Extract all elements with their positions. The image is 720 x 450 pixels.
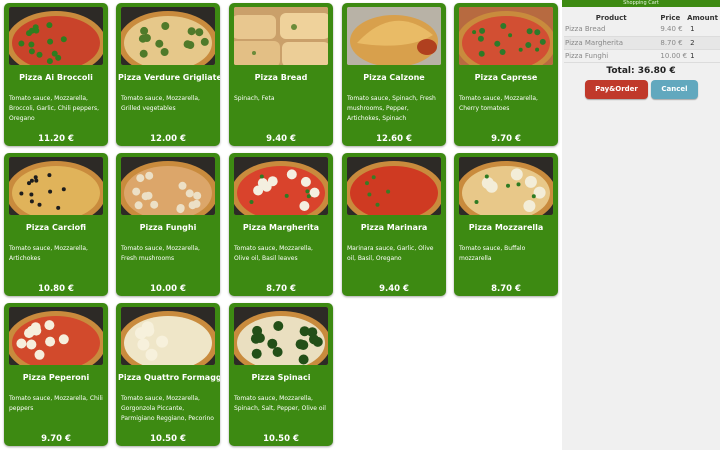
pizza-description: Tomato sauce, Mozzarella, Cherry tomatoe…	[459, 95, 538, 112]
pizza-card[interactable]: Pizza Verdure Grigliate Tomato sauce, Moz…	[116, 3, 220, 146]
pizza-price: 12.00 €	[150, 134, 186, 144]
pizza-price: 9.70 €	[491, 134, 521, 144]
shopping-cart-panel: Shopping Cart Product Price Amount Pizza…	[562, 0, 720, 450]
pizza-price: 10.50 €	[263, 434, 299, 444]
pizza-name: Pizza Calzone	[363, 73, 425, 82]
pizza-card[interactable]: Pizza Margherita Tomato sauce, Mozzarella…	[229, 153, 333, 296]
pizza-price: 9.40 €	[266, 134, 296, 144]
pizza-description: Tomato sauce, Mozzarella, Fresh mushroom…	[121, 245, 200, 262]
pizza-description: Marinara sauce, Garlic, Olive oil, Basil…	[347, 245, 434, 262]
cart-column-amount: Amount	[687, 13, 718, 22]
pizza-card[interactable]: Pizza Marinara Marinara sauce, Garlic, Ol…	[342, 153, 446, 296]
pizza-shop-page: Pizza Ai Broccoli Tomato sauce, Mozzarell…	[0, 0, 720, 450]
pizza-card[interactable]: Pizza Caprese Tomato sauce, Mozzarella, C…	[454, 3, 558, 146]
cart-cell-product: Pizza Funghi	[564, 49, 659, 63]
pizza-image	[234, 157, 328, 215]
pizza-name: Pizza Bread	[254, 73, 308, 82]
pizza-price: 8.70 €	[266, 284, 296, 294]
pizza-image	[459, 157, 553, 215]
pizza-price: 12.60 €	[376, 134, 412, 144]
pizza-description: Tomato sauce, Mozzarella, Grilled vegeta…	[121, 95, 200, 112]
pizza-card[interactable]: Pizza Ai Broccoli Tomato sauce, Mozzarell…	[4, 3, 108, 146]
cart-cell-amount: 1	[687, 23, 720, 37]
pizza-name: Pizza Funghi	[139, 223, 197, 232]
pizza-description: Tomato sauce, Spinach, Fresh mushrooms, …	[347, 95, 436, 122]
pizza-image	[9, 7, 103, 65]
pizza-image	[121, 157, 215, 215]
pizza-image	[9, 307, 103, 365]
cart-cell-price: 8.70 €	[658, 36, 688, 50]
cart-cell-price: 10.00 €	[658, 49, 688, 63]
pizza-image	[347, 7, 441, 65]
cart-header-row: Product Price Amount	[564, 12, 720, 23]
pizza-price: 9.70 €	[41, 434, 71, 444]
cart-title: Shopping Cart	[562, 0, 720, 7]
cart-cell-price: 9.40 €	[658, 23, 688, 37]
pizza-menu: Pizza Ai Broccoli Tomato sauce, Mozzarell…	[0, 0, 562, 450]
pizza-name: Pizza Peperoni	[22, 373, 90, 382]
pizza-name: Pizza Margherita	[242, 223, 320, 232]
pizza-image	[121, 7, 215, 65]
pizza-price: 10.50 €	[150, 434, 186, 444]
pizza-description: Tomato sauce, Buffalo mozzarella	[459, 245, 526, 262]
pizza-name: Pizza Carciofi	[25, 223, 87, 232]
pizza-description: Tomato sauce, Mozzarella, Broccoli, Garl…	[9, 95, 99, 122]
pizza-price: 8.70 €	[491, 284, 521, 294]
cart-column-product: Product	[595, 13, 627, 22]
pizza-name: Pizza Mozzarella	[468, 223, 544, 232]
pizza-image	[234, 307, 328, 365]
pizza-card[interactable]: Pizza Spinaci Tomato sauce, Mozzarella, S…	[229, 303, 333, 446]
pizza-name: Pizza Marinara	[360, 223, 428, 232]
pizza-price: 9.40 €	[379, 284, 409, 294]
cancel-button[interactable]: Cancel	[651, 80, 698, 99]
pizza-description: Tomato sauce, Mozzarella, Gorgonzola Pic…	[121, 395, 214, 422]
pizza-image	[347, 157, 441, 215]
pizza-price: 10.80 €	[38, 284, 74, 294]
pizza-name: Pizza Caprese	[474, 73, 538, 82]
pizza-card[interactable]: Pizza Mozzarella Tomato sauce, Buffalo mo…	[454, 153, 558, 296]
pizza-card[interactable]: Pizza Carciofi Tomato sauce, Mozzarella, …	[4, 153, 108, 296]
pay-order-button[interactable]: Pay&Order	[585, 80, 648, 99]
pizza-image	[459, 7, 553, 65]
cart-cell-product: Pizza Margherita	[564, 36, 659, 50]
pizza-image	[234, 7, 328, 65]
pizza-card[interactable]: Pizza Quattro Formaggi Tomato sauce, Mozz…	[116, 303, 220, 446]
pizza-image	[121, 307, 215, 365]
cart-cell-amount: 2	[687, 36, 720, 50]
cart-items: Pizza Bread 9.40 €1 Pizza Margherita 8.70 €…	[564, 23, 720, 63]
pizza-card[interactable]: Pizza Funghi Tomato sauce, Mozzarella, Fr…	[116, 153, 220, 296]
cart-row[interactable]: Pizza Funghi 10.00 €1	[564, 49, 720, 63]
pizza-description: Tomato sauce, Mozzarella, Artichokes	[9, 245, 88, 262]
pizza-description: Tomato sauce, Mozzarella, Chili peppers	[9, 395, 103, 412]
pizza-name: Pizza Ai Broccoli	[19, 73, 93, 82]
pizza-price: 10.00 €	[150, 284, 186, 294]
cart-total: Total: 36.80 €	[606, 66, 676, 76]
pizza-image	[9, 157, 103, 215]
pizza-name: Pizza Verdure Grigliate	[118, 73, 220, 82]
pizza-card[interactable]: Pizza Bread Spinach, Feta 9.40 €	[229, 3, 333, 146]
pizza-card[interactable]: Pizza Peperoni Tomato sauce, Mozzarella, …	[4, 303, 108, 446]
pizza-name: Pizza Quattro Formaggi	[118, 373, 220, 382]
cart-row[interactable]: Pizza Margherita 8.70 €2	[564, 36, 720, 50]
cart-cell-amount: 1	[687, 49, 720, 63]
cart-cell-product: Pizza Bread	[564, 23, 659, 37]
pizza-price: 11.20 €	[38, 134, 74, 144]
pizza-description: Spinach, Feta	[234, 95, 275, 102]
pizza-card[interactable]: Pizza Calzone Tomato sauce, Spinach, Fres…	[342, 3, 446, 146]
cart-table: Product Price Amount Pizza Bread 9.40 €1 P…	[564, 12, 720, 63]
pizza-description: Tomato sauce, Mozzarella, Spinach, Salt,…	[234, 395, 326, 412]
cart-column-price: Price	[660, 13, 681, 22]
pizza-name: Pizza Spinaci	[251, 373, 311, 382]
pizza-description: Tomato sauce, Mozzarella, Olive oil, Bas…	[234, 245, 313, 262]
cart-row[interactable]: Pizza Bread 9.40 €1	[564, 23, 720, 37]
